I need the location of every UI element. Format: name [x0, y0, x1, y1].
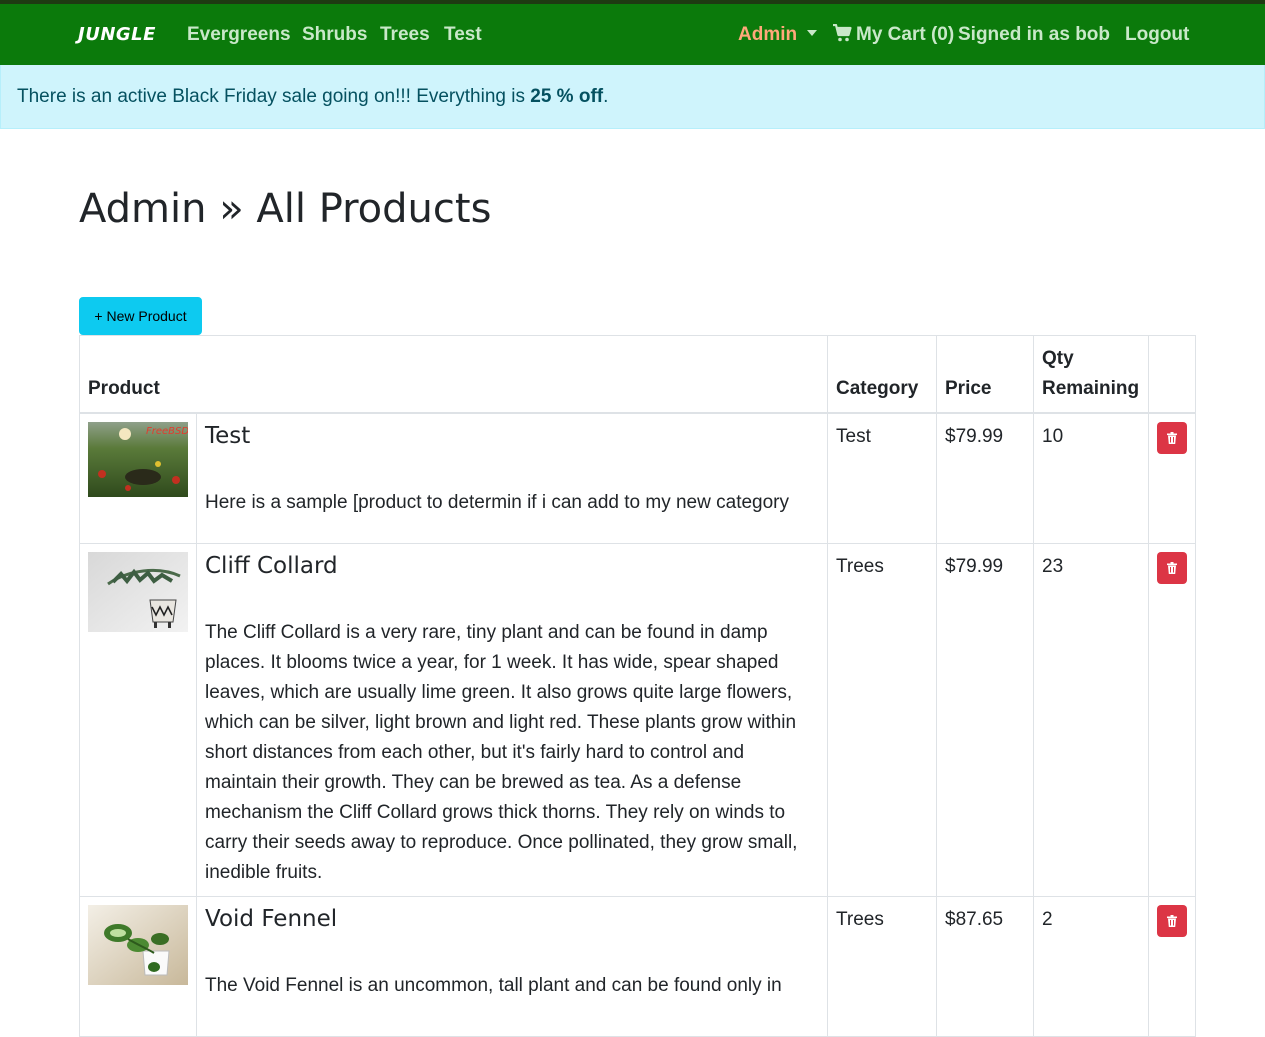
product-name[interactable]: Cliff Collard — [205, 552, 819, 580]
product-actions-cell — [1148, 542, 1196, 897]
product-name[interactable]: Void Fennel — [205, 905, 819, 933]
product-description: The Cliff Collard is a very rare, tiny p… — [205, 621, 798, 883]
header-category: Category — [827, 335, 937, 414]
product-actions-cell — [1148, 412, 1196, 544]
product-actions-cell — [1148, 895, 1196, 1037]
my-cart-link[interactable]: My Cart (0) — [832, 24, 954, 46]
nav-link-shrubs[interactable]: Shrubs — [302, 24, 367, 46]
product-thumbnail-cell — [79, 542, 197, 897]
product-category: Trees — [827, 895, 937, 1037]
page-title: Admin » All Products — [79, 186, 492, 232]
trash-icon — [1167, 914, 1177, 927]
brand-logo[interactable]: JUNGLE — [78, 24, 156, 45]
admin-dropdown-label: Admin — [738, 24, 798, 45]
top-navbar: JUNGLE Evergreens Shrubs Trees Test Admi… — [0, 0, 1265, 65]
product-qty: 2 — [1033, 895, 1149, 1037]
shopping-cart-icon — [833, 24, 852, 42]
trash-icon — [1167, 561, 1177, 574]
header-price: Price — [936, 335, 1034, 414]
sale-alert-banner: There is an active Black Friday sale goi… — [0, 65, 1265, 129]
alert-discount: 25 % off — [530, 86, 604, 107]
product-price: $79.99 — [936, 412, 1034, 544]
product-info-cell: Test Here is a sample [product to determ… — [196, 412, 828, 544]
product-info-cell: Void Fennel The Void Fennel is an uncomm… — [196, 895, 828, 1037]
product-thumbnail-cell — [79, 895, 197, 1037]
product-thumbnail-cell: FreeBSD — [79, 412, 197, 544]
new-product-button[interactable]: + New Product — [79, 297, 202, 335]
nav-link-test[interactable]: Test — [444, 24, 482, 46]
table-row: Cliff Collard The Cliff Collard is a ver… — [79, 542, 1196, 897]
product-qty: 23 — [1033, 542, 1149, 897]
svg-text:FreeBSD: FreeBSD — [146, 426, 188, 437]
delete-product-button[interactable] — [1157, 904, 1187, 937]
table-header-row: Product Category Price Qty Remaining — [79, 335, 1196, 414]
product-price: $79.99 — [936, 542, 1034, 897]
header-product: Product — [79, 335, 828, 414]
delete-product-button[interactable] — [1157, 422, 1187, 454]
product-category: Trees — [827, 542, 937, 897]
product-name[interactable]: Test — [205, 422, 819, 450]
trash-icon — [1167, 432, 1177, 444]
product-price: $87.65 — [936, 895, 1034, 1037]
alert-text-end: . — [603, 86, 609, 107]
product-category: Test — [827, 412, 937, 544]
product-info-cell: Cliff Collard The Cliff Collard is a ver… — [196, 542, 828, 897]
alert-text: There is an active Black Friday sale goi… — [17, 86, 531, 107]
my-cart-label: My Cart (0) — [856, 24, 955, 45]
nav-link-evergreens[interactable]: Evergreens — [187, 24, 291, 46]
product-description: The Void Fennel is an uncommon, tall pla… — [205, 974, 782, 996]
admin-dropdown[interactable]: Admin — [738, 24, 818, 46]
header-actions — [1148, 335, 1196, 414]
product-image: FreeBSD — [88, 422, 188, 497]
header-qty-remaining: Qty Remaining — [1033, 335, 1149, 414]
logout-link[interactable]: Logout — [1125, 24, 1189, 46]
product-qty: 10 — [1033, 412, 1149, 544]
product-image — [88, 904, 188, 985]
signed-in-status: Signed in as bob — [958, 24, 1111, 45]
delete-product-button[interactable] — [1157, 551, 1187, 584]
nav-link-trees[interactable]: Trees — [380, 24, 430, 46]
caret-down-icon — [807, 29, 818, 36]
products-table: Product Category Price Qty Remaining Fre… — [79, 335, 1196, 1037]
table-row: FreeBSD Test Here is a sample [product t… — [79, 412, 1196, 544]
product-description: Here is a sample [product to determin if… — [205, 492, 789, 513]
table-row: Void Fennel The Void Fennel is an uncomm… — [79, 895, 1196, 1037]
product-image — [88, 551, 188, 632]
